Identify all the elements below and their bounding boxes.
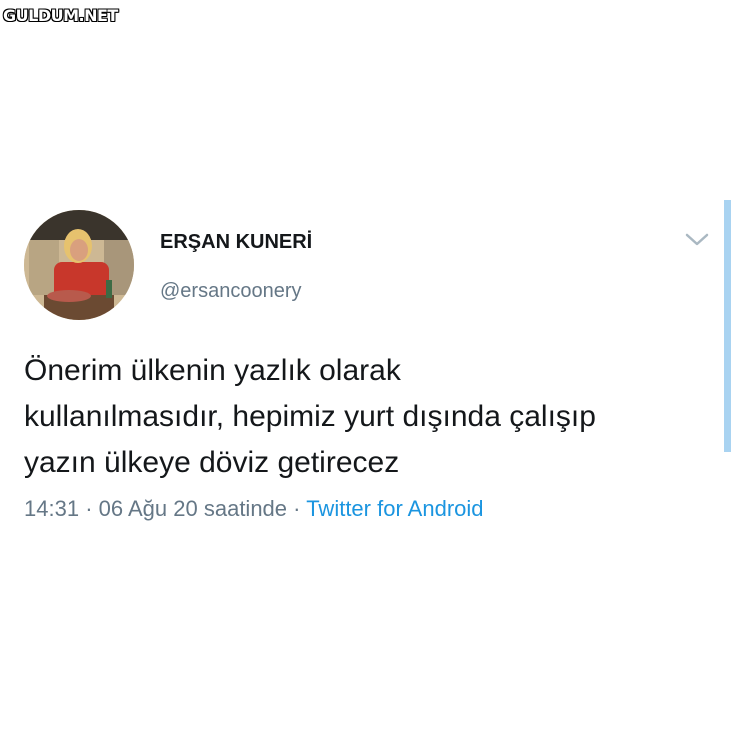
user-handle[interactable]: @ersancoonery	[160, 280, 301, 303]
avatar[interactable]	[24, 210, 134, 320]
display-name[interactable]: ERŞAN KUNERİ	[160, 231, 312, 254]
tweet-text-line: yazın ülkeye döviz getirecez	[24, 446, 400, 479]
tweet-text-line: Önerim ülkenin yazlık olarak	[24, 354, 401, 387]
tweet-metadata: 14:31 · 06 Ağu 20 saatinde · Twitter for…	[24, 496, 484, 522]
separator: ·	[85, 496, 93, 521]
separator: ·	[293, 496, 301, 521]
tweet-source-link[interactable]: Twitter for Android	[306, 496, 483, 521]
site-watermark: GULDUM.NET	[3, 6, 118, 25]
avatar-image	[24, 210, 134, 320]
tweet-date[interactable]: 06 Ağu 20 saatinde	[99, 496, 287, 521]
tweet-text-line: kullanılmasıdır, hepimiz yurt dışında ça…	[24, 400, 596, 433]
chevron-down-icon[interactable]	[684, 230, 710, 250]
tweet-time[interactable]: 14:31	[24, 496, 79, 521]
scrollbar[interactable]	[724, 200, 731, 452]
tweet-text: Önerim ülkenin yazlık olarak kullanılmas…	[24, 348, 714, 486]
